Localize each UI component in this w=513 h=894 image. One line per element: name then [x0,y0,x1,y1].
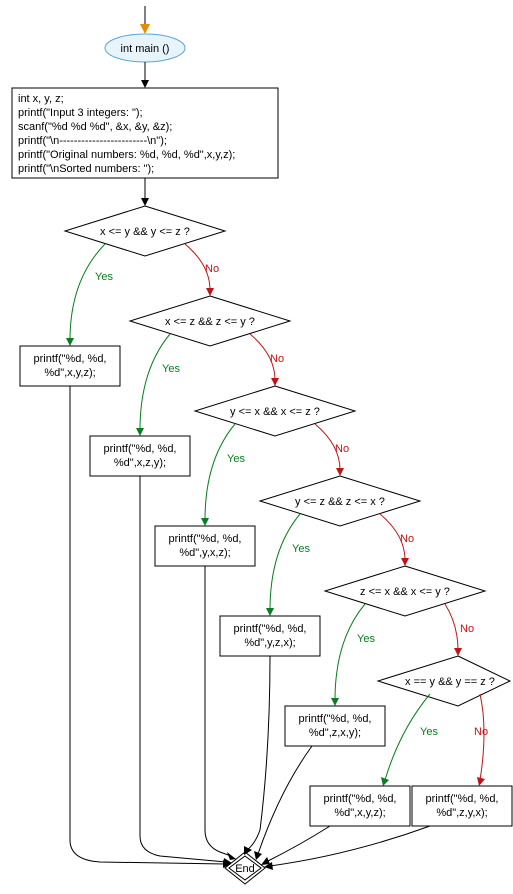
arrow-p3-end-icon [227,852,236,860]
no-label-d6: No [474,726,488,738]
edge-d5-p5 [335,604,365,700]
p4-line1: printf("%d, %d, [234,623,307,635]
p1-line2: %d",x,y,z); [44,367,95,379]
arrow-d2-p2-icon [136,428,144,436]
arrow-d5-d6-icon [454,648,462,656]
arrow-init-d1-icon [141,198,149,206]
d1-label: x <= y && y <= z ? [100,226,190,238]
node-p7 [412,786,512,826]
node-p3 [155,526,255,566]
flowchart-canvas: int main () int x, y, z; printf("Input 3… [0,0,513,894]
no-label-d1: No [205,263,219,275]
edge-d1-p1 [70,244,105,340]
d4-label: y <= z && z <= x ? [295,496,385,508]
p7-line2: %d",z,y,x); [436,807,487,819]
arrow-d5-p5-icon [331,698,339,706]
p5-line2: %d",z,x,y); [309,727,361,739]
node-p6 [310,786,410,826]
edge-p7-end [270,826,430,866]
init-line6: printf("\nSorted numbers: "); [18,163,154,175]
arrow-d6-p7-icon [477,777,485,786]
arrow-p4-end-icon [244,846,252,855]
node-p2 [90,436,190,476]
arrow-d3-p3-icon [201,518,209,526]
d5-label: z <= x && x <= y ? [360,586,450,598]
start-label: int main () [121,43,170,55]
node-p1 [20,346,120,386]
edge-d3-p3 [205,424,235,520]
p5-line1: printf("%d, %d, [299,713,372,725]
no-label-d2: No [270,353,284,365]
yes-label-d1: Yes [95,271,113,283]
edge-p4-end [247,656,270,850]
node-p5 [285,706,385,746]
p3-line2: %d",y,x,z); [179,547,230,559]
edge-p3-end [205,566,231,856]
arrow-d4-d5-icon [401,558,409,566]
p3-line1: printf("%d, %d, [169,533,242,545]
arrow-p5-end-icon [254,851,262,860]
edge-d5-d6 [445,604,458,650]
init-line5: printf("Original numbers: %d, %d, %d",x,… [18,149,235,161]
end-label: End [235,863,255,875]
init-line3: scanf("%d %d %d", &x, &y, &z); [18,121,172,133]
p6-line2: %d",x,y,z); [334,807,385,819]
d2-label: x <= z && z <= y ? [165,316,255,328]
node-p4 [220,616,320,656]
d6-label: x == y && y == z ? [405,676,495,688]
arrow-d1-p1-icon [66,338,74,346]
yes-label-d2: Yes [162,363,180,375]
p6-line1: printf("%d, %d, [324,793,397,805]
d3-label: y <= x && x <= z ? [230,406,320,418]
edge-d2-p2 [140,334,170,430]
yes-label-d6: Yes [420,726,438,738]
init-line2: printf("Input 3 integers: "); [18,107,143,119]
init-line1: int x, y, z; [18,93,64,105]
init-line4: printf("\n------------------------\n"); [18,135,167,147]
no-label-d5: No [460,623,474,635]
p4-line2: %d",y,z,x); [244,637,295,649]
yes-label-d4: Yes [292,543,310,555]
arrow-d4-p4-icon [266,608,274,616]
edge-p6-end [266,826,330,862]
arrow-entry-icon [140,24,150,34]
arrow-d1-d2-icon [206,288,214,296]
p1-line1: printf("%d, %d, [34,353,107,365]
yes-label-d5: Yes [357,633,375,645]
arrow-d2-d3-icon [271,378,279,386]
arrow-d3-d4-icon [336,468,344,476]
p7-line1: printf("%d, %d, [426,793,499,805]
arrow-p6-end-icon [261,857,270,865]
p2-line2: %d",x,z,y); [114,457,166,469]
yes-label-d3: Yes [227,453,245,465]
edge-d4-p4 [270,514,300,610]
no-label-d4: No [400,533,414,545]
no-label-d3: No [335,443,349,455]
arrow-start-init-icon [141,80,149,88]
p2-line1: printf("%d, %d, [104,443,177,455]
